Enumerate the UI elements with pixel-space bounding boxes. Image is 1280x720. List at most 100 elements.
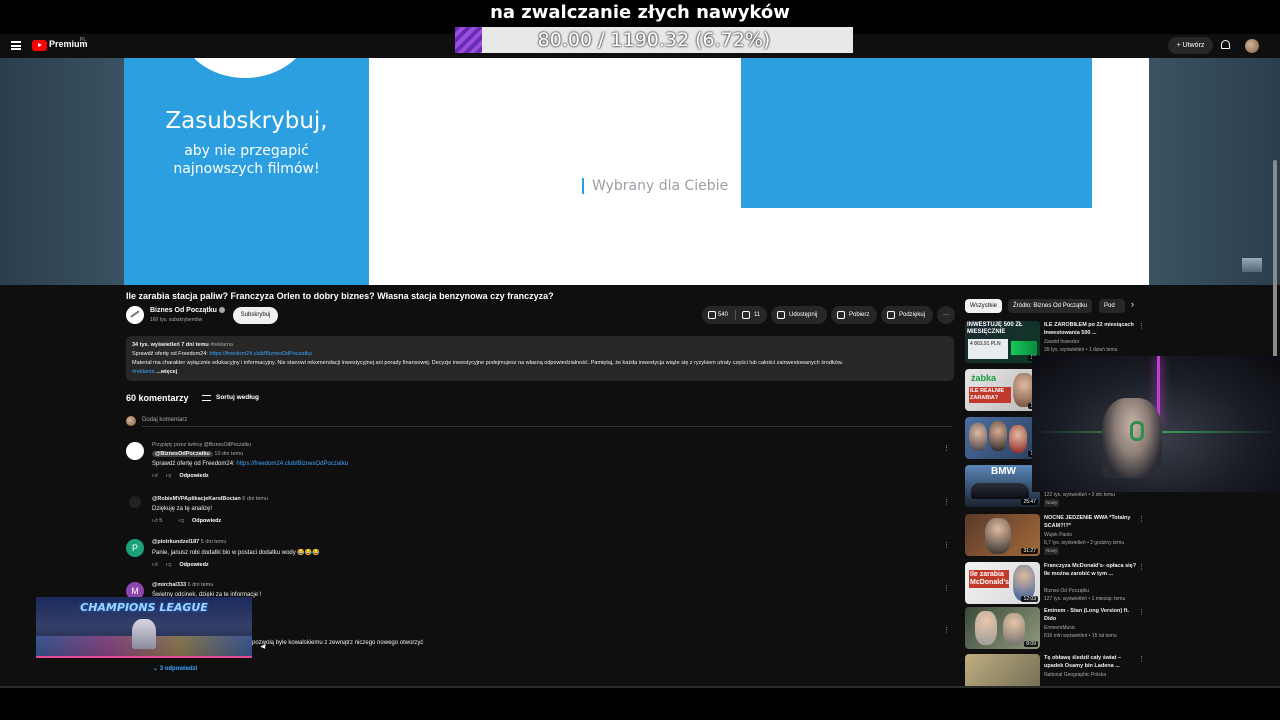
streamer-webcam: [1032, 356, 1280, 492]
youtube-logo-icon[interactable]: [32, 40, 47, 51]
progress-text: 80.00 / 1190.32 (6.72%): [537, 29, 771, 51]
create-button[interactable]: + Utwórz: [1168, 37, 1213, 54]
video-thumbnail[interactable]: 16: [965, 417, 1040, 459]
comment-author-line: @piotrkundzel187 5 dni temu: [152, 539, 942, 545]
comment-body: @RobieMVPAplikacjeKarolBocian 6 dni temu…: [152, 496, 942, 524]
sort-button[interactable]: Sortuj według: [216, 394, 259, 401]
kebab-menu-icon[interactable]: ⋮: [1138, 322, 1145, 330]
comment-time[interactable]: 6 dni temu: [242, 496, 268, 502]
comment-time[interactable]: 10 dni temu: [214, 451, 243, 457]
kebab-menu-icon[interactable]: ⋮: [943, 541, 950, 549]
kebab-menu-icon[interactable]: ⋮: [1138, 515, 1145, 523]
thumb-up-icon[interactable]: 👍︎: [152, 562, 158, 568]
video-meta: EminemMusic 816 mln wyświetleń • 15 lat t…: [1044, 624, 1144, 640]
reply-button[interactable]: Odpowiedz: [179, 473, 208, 479]
comment-link[interactable]: https://freedom24.club/BiznesOdPoczatku: [236, 461, 348, 467]
avatar[interactable]: [129, 496, 141, 508]
kebab-menu-icon[interactable]: ⋮: [1138, 608, 1145, 616]
thumb-up-icon[interactable]: 👍︎ 5: [152, 518, 170, 524]
description-link[interactable]: https://freedom24.club/BiznesOdPoczatku: [209, 351, 311, 357]
avatar[interactable]: P: [126, 539, 144, 557]
video-stats: 127 tys. wyświetleń • 1 miesiąc temu: [1044, 596, 1126, 602]
comment-time[interactable]: 5 dni temu: [201, 539, 227, 545]
video-title[interactable]: ILE ZAROBIŁEM po 22 miesiącach Inwestowa…: [1044, 321, 1139, 337]
kebab-menu-icon[interactable]: ⋮: [943, 626, 950, 634]
video-channel[interactable]: EminemMusic: [1044, 624, 1144, 632]
comment-author[interactable]: @BiznesOdPoczatku: [152, 451, 213, 457]
video-title[interactable]: NOCNE JEDZENIE WWA *Totalny SCAM?!?*: [1044, 514, 1139, 530]
video-channel[interactable]: Zawód Inwestor: [1044, 338, 1144, 346]
thanks-button[interactable]: Podziękuj: [881, 306, 933, 324]
dislike-icon[interactable]: [742, 311, 750, 319]
comment-author[interactable]: @RobieMVPAplikacjeKarolBocian: [152, 496, 241, 502]
thumb-up-icon[interactable]: 👍︎: [152, 473, 158, 479]
like-icon[interactable]: [708, 311, 716, 319]
replies-toggle[interactable]: ⌄ 3 odpowiedzi: [153, 665, 197, 672]
chip-related[interactable]: Pod: [1099, 299, 1125, 313]
subscribe-endscreen-panel[interactable]: Zasubskrybuj, aby nie przegapić najnowsz…: [124, 58, 369, 285]
kebab-menu-icon[interactable]: ⋮: [943, 584, 950, 592]
recommended-video[interactable]: 31:27 NOCNE JEDZENIE WWA *Totalny SCAM?!…: [965, 514, 1151, 558]
video-channel[interactable]: Wujek Paolo: [1044, 531, 1144, 539]
chip-source[interactable]: Źródło: Biznes Od Początku: [1008, 299, 1093, 313]
menu-icon[interactable]: [11, 41, 21, 50]
thumb-down-icon[interactable]: 👎︎: [166, 473, 172, 479]
add-comment-input[interactable]: Dodaj komentarz: [142, 417, 952, 427]
video-thumbnail[interactable]: INWESTUJĘ 500 ZŁ MIESIĘCZNIE 4 863,91 PL…: [965, 321, 1040, 363]
video-thumbnail[interactable]: [965, 654, 1040, 686]
replies-count: 3 odpowiedzi: [159, 666, 198, 672]
description-box[interactable]: 34 tys. wyświetleń 7 dni temu #reklama S…: [126, 336, 954, 381]
share-button[interactable]: Udostępnij: [771, 306, 827, 324]
page-scrollbar[interactable]: [1273, 160, 1277, 375]
download-button[interactable]: Pobierz: [831, 306, 877, 324]
video-channel[interactable]: Biznes Od Początku: [1044, 587, 1144, 595]
chevron-right-icon[interactable]: ›: [1131, 299, 1134, 309]
video-thumbnail[interactable]: 31:27: [965, 514, 1040, 556]
video-title[interactable]: Tę obławę śledził cały świat – upadek Os…: [1044, 654, 1139, 670]
video-player[interactable]: Zasubskrybuj, aby nie przegapić najnowsz…: [124, 58, 1149, 285]
endscreen-video-card[interactable]: [741, 58, 1092, 208]
channel-avatar[interactable]: [126, 306, 144, 324]
reply-button[interactable]: Odpowiedz: [192, 518, 221, 524]
video-thumbnail[interactable]: 8:09: [965, 607, 1040, 649]
more-actions-button[interactable]: ···: [937, 306, 955, 324]
thumb-down-icon[interactable]: 👎︎: [166, 562, 172, 568]
video-channel[interactable]: National Geographic Polska: [1044, 671, 1144, 679]
description-tag[interactable]: #reklama: [210, 342, 233, 348]
channel-name[interactable]: Biznes Od Początku: [150, 307, 225, 314]
sort-icon[interactable]: [202, 395, 211, 401]
comment-author[interactable]: @piotrkundzel187: [152, 539, 199, 545]
description-tag-2[interactable]: #reklama: [132, 369, 155, 375]
video-thumbnail[interactable]: żabka ILE REALNIE ZARABIA? 12: [965, 369, 1040, 411]
reply-button[interactable]: Odpowiedz: [179, 562, 208, 568]
subscribe-button[interactable]: Subskrybuj: [233, 307, 278, 324]
avatar: [126, 416, 136, 426]
thumb-down-icon[interactable]: 👎︎: [178, 518, 184, 524]
thumbnail-car: [971, 483, 1029, 499]
channel-avatar[interactable]: [126, 442, 144, 460]
avatar[interactable]: [1245, 39, 1259, 53]
video-meta: Zawód Inwestor 39 tys. wyświetleń • 1 dzi…: [1044, 338, 1144, 354]
show-more-link[interactable]: ...więcej: [156, 369, 177, 375]
recommended-video[interactable]: Ile zarabia McDonald's 12:03 Franczyza M…: [965, 562, 1151, 606]
video-thumbnail[interactable]: BMW 25:47: [965, 465, 1040, 507]
comment-text-prefix: Sprawdź ofertę od Freedom24:: [152, 461, 235, 467]
video-thumbnail[interactable]: Ile zarabia McDonald's 12:03: [965, 562, 1040, 604]
recommended-video[interactable]: 8:09 Eminem - Stan (Long Version) ft. Di…: [965, 607, 1151, 651]
chip-all[interactable]: Wszystkie: [965, 299, 1002, 313]
comment-time[interactable]: 6 dni temu: [188, 582, 214, 588]
comment-author-line: @RobieMVPAplikacjeKarolBocian 6 dni temu: [152, 496, 942, 502]
comments-count: 60 komentarzy: [126, 393, 189, 403]
video-title[interactable]: Eminem - Stan (Long Version) ft. Dido: [1044, 607, 1139, 623]
kebab-menu-icon[interactable]: ⋮: [1138, 655, 1145, 663]
kebab-menu-icon[interactable]: ⋮: [943, 444, 950, 452]
like-dislike-pill[interactable]: 540 11: [702, 306, 767, 324]
recommended-video[interactable]: Tę obławę śledził cały świat – upadek Os…: [965, 654, 1151, 686]
stream-progress-bar: 80.00 / 1190.32 (6.72%): [455, 27, 853, 53]
video-title[interactable]: Franczyza McDonald's- opłaca się? Ile mo…: [1044, 562, 1139, 578]
kebab-menu-icon[interactable]: ⋮: [1138, 563, 1145, 571]
new-badge: Nowy: [1044, 547, 1060, 555]
kebab-menu-icon[interactable]: ⋮: [943, 498, 950, 506]
comment-author[interactable]: @mirchal333: [152, 582, 186, 588]
bell-icon[interactable]: [1221, 40, 1230, 49]
